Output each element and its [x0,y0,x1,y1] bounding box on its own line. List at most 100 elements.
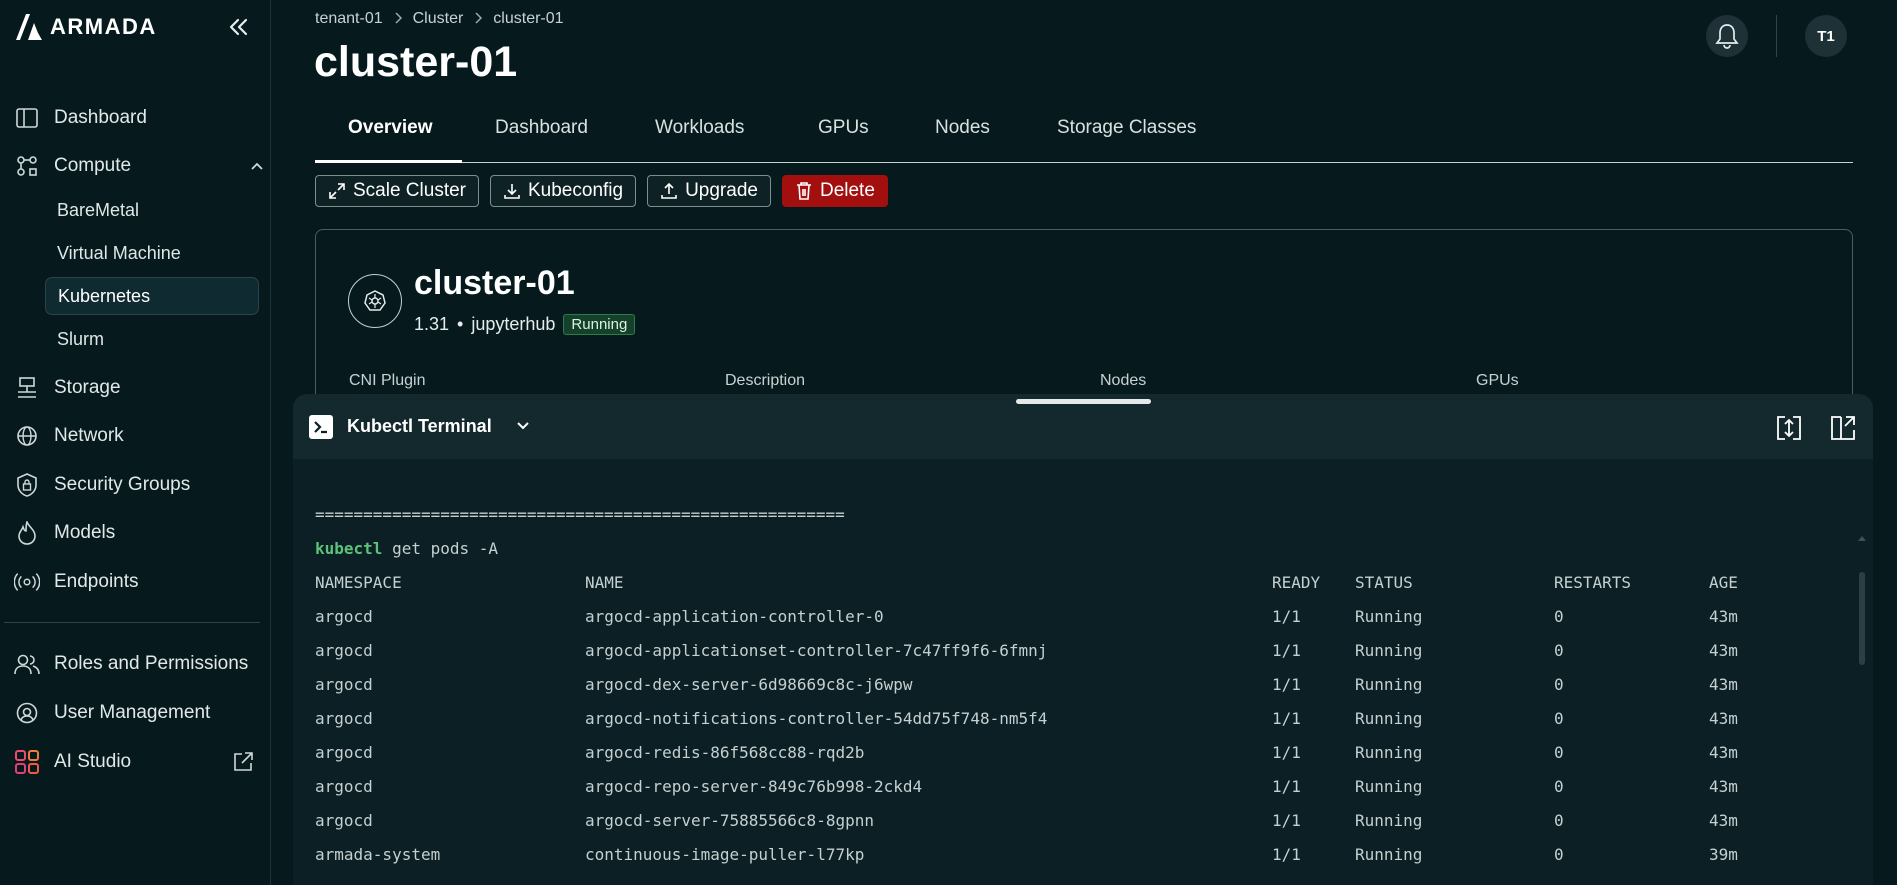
sidebar-item-network[interactable]: Network [14,422,124,450]
command-keyword: kubectl [315,539,383,558]
cell-namespace: argocd [315,641,373,660]
cell-namespace: argocd [315,743,373,762]
cell-age: 43m [1709,743,1738,762]
header-cell-namespace: NAMESPACE [315,573,402,592]
cell-restarts: 0 [1554,811,1564,830]
dashboard-icon [14,105,40,131]
kubernetes-icon [348,274,402,328]
collapse-sidebar-button[interactable] [224,13,252,41]
cell-name: argocd-redis-86f568cc88-rqd2b [585,743,865,762]
sidebar-item-models[interactable]: Models [14,519,115,547]
terminal-popout-button[interactable] [1829,414,1857,442]
cell-restarts: 0 [1554,777,1564,796]
terminal-dropdown-toggle[interactable] [513,416,533,436]
sidebar-subitem-virtual-machine[interactable]: Virtual Machine [45,234,259,272]
kubeconfig-label: Kubeconfig [528,180,624,201]
sidebar-item-label: Compute [54,155,132,176]
sidebar-item-compute[interactable]: Compute [14,152,263,180]
terminal-output[interactable]: ========================================… [293,459,1873,885]
cell-name: argocd-server-75885566c8-8gpnn [585,811,874,830]
notifications-button[interactable] [1706,15,1748,57]
field-label-nodes: Nodes [1100,372,1147,389]
sidebar-item-label: Endpoints [54,571,139,592]
sidebar-item-label: Network [54,425,124,446]
breadcrumb-tenant[interactable]: tenant-01 [315,10,383,28]
scroll-up-arrow[interactable] [1857,527,1867,541]
cell-name: argocd-dex-server-6d98669c8c-j6wpw [585,675,913,694]
chevron-right-icon [393,11,403,28]
sidebar-item-storage[interactable]: Storage [14,374,121,402]
tab-overview[interactable]: Overview [348,117,433,139]
sidebar-subitem-slurm[interactable]: Slurm [45,320,259,358]
cell-namespace: argocd [315,607,373,626]
sidebar-subitem-kubernetes[interactable]: Kubernetes [45,277,259,315]
compute-icon [14,153,40,179]
chevron-down-icon [517,422,529,430]
cell-name: continuous-image-puller-l77kp [585,845,865,864]
terminal-expand-button[interactable] [1775,414,1803,442]
user-gear-icon [14,700,40,726]
terminal-title: Kubectl Terminal [347,416,492,436]
cell-age: 43m [1709,675,1738,694]
brand-logo[interactable]: ARMADA [14,13,157,41]
command-args: get pods -A [382,539,499,558]
cell-status: Running [1355,811,1423,830]
sidebar-item-label: Models [54,522,116,543]
cell-restarts: 0 [1554,845,1564,864]
cell-ready: 1/1 [1272,675,1301,694]
sidebar-item-endpoints[interactable]: Endpoints [14,568,139,596]
sidebar-item-label: AI Studio [54,751,132,772]
sidebar-item-roles-and-permissions[interactable]: Roles and Permissions [14,650,248,678]
cell-restarts: 0 [1554,641,1564,660]
tab-gpus[interactable]: GPUs [818,117,869,139]
cell-status: Running [1355,709,1423,728]
cell-status: Running [1355,777,1423,796]
chevron-right-icon [473,11,483,28]
sidebar-item-ai-studio[interactable]: AI Studio [14,748,131,776]
sidebar-item-dashboard[interactable]: Dashboard [14,104,147,132]
terminal-resize-handle[interactable] [1016,399,1151,404]
sidebar-item-security-groups[interactable]: Security Groups [14,471,190,499]
breadcrumb-cluster[interactable]: Cluster [413,10,464,28]
tab-dashboard[interactable]: Dashboard [495,117,588,139]
popout-icon [1831,416,1855,440]
expand-diagonal-icon [329,183,345,199]
header-cell-status: STATUS [1355,573,1413,592]
cell-status: Running [1355,743,1423,762]
sidebar-subitem-baremetal[interactable]: BareMetal [45,191,259,229]
tab-workloads[interactable]: Workloads [655,117,744,139]
cluster-version: 1.31 [414,314,450,334]
cell-age: 39m [1709,845,1738,864]
cell-restarts: 0 [1554,675,1564,694]
field-label-description: Description [725,372,806,389]
scale-cluster-button[interactable]: Scale Cluster [315,175,479,207]
meta-separator: • [457,314,464,334]
cell-status: Running [1355,641,1423,660]
terminal-icon [309,415,333,439]
cell-age: 43m [1709,777,1738,796]
sidebar-item-user-management[interactable]: User Management [14,699,210,727]
page-title: cluster-01 [314,38,518,86]
scale-cluster-label: Scale Cluster [353,180,466,201]
terminal-scrollbar[interactable] [1859,572,1865,665]
kubeconfig-button[interactable]: Kubeconfig [490,175,637,207]
cell-name: argocd-notifications-controller-54dd75f7… [585,709,1048,728]
flame-icon [14,520,40,546]
upgrade-button[interactable]: Upgrade [647,175,771,207]
external-link-icon[interactable] [232,751,254,773]
delete-button[interactable]: Delete [781,175,888,207]
cell-age: 43m [1709,607,1738,626]
cluster-app: jupyterhub [471,314,556,334]
cell-ready: 1/1 [1272,777,1301,796]
breadcrumb: tenant-01 Cluster cluster-01 [315,10,564,28]
sidebar-item-label: Security Groups [54,474,191,495]
tab-nodes[interactable]: Nodes [935,117,990,139]
header-divider [1776,15,1777,57]
storage-icon [14,375,40,401]
armada-logo-icon [16,14,42,40]
cell-ready: 1/1 [1272,709,1301,728]
tab-storage-classes[interactable]: Storage Classes [1057,117,1196,139]
kubectl-terminal: Kubectl Terminal =======================… [293,394,1873,885]
avatar[interactable]: T1 [1805,15,1847,57]
cell-status: Running [1355,845,1423,864]
